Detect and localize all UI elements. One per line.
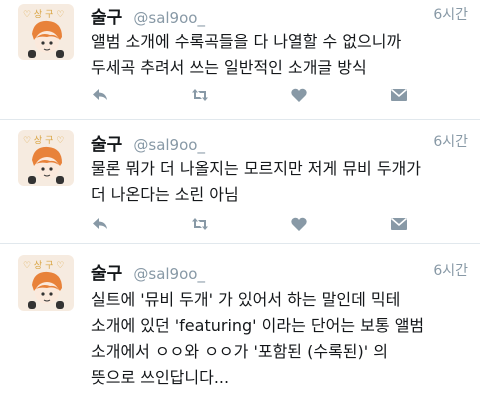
timeline-feed: ♡ 상 구 ♡ 술구 @sal9oo_ 6시간 앨범 소개에 수록곡들을 다 나… bbox=[0, 0, 480, 401]
avatar[interactable]: ♡ 상 구 ♡ bbox=[18, 255, 74, 311]
tweet-header: 술구 @sal9oo_ 6시간 bbox=[91, 3, 468, 28]
user-handle[interactable]: @sal9oo_ bbox=[133, 9, 205, 27]
direct-message-icon[interactable] bbox=[390, 86, 408, 104]
timestamp[interactable]: 6시간 bbox=[433, 4, 468, 24]
tweet-text-line: 소개에서 ㅇㅇ와 ㅇㅇ가 '포함된 (수록된)' 의 bbox=[91, 342, 388, 361]
tweet-text-line: 물론 뭐가 더 나올지는 모르지만 저게 뮤비 두개가 bbox=[91, 159, 422, 178]
like-icon[interactable] bbox=[290, 86, 308, 104]
tweet-text: 실트에 '뮤비 두개' 가 있어서 하는 말인데 믹테 소개에 있던 'feat… bbox=[91, 287, 464, 391]
tweet-text-line: 소개에 있던 'featuring' 이라는 단어는 보통 앨범 bbox=[91, 316, 425, 335]
svg-text:♡ 상 구 ♡: ♡ 상 구 ♡ bbox=[23, 260, 64, 271]
avatar[interactable]: ♡ 상 구 ♡ bbox=[18, 130, 74, 186]
tweet-text-line: 더 나온다는 소린 아님 bbox=[91, 185, 239, 204]
like-icon[interactable] bbox=[290, 215, 308, 233]
reply-icon[interactable] bbox=[91, 86, 109, 104]
svg-text:♡ 상 구 ♡: ♡ 상 구 ♡ bbox=[23, 9, 64, 20]
display-name[interactable]: 술구 bbox=[91, 135, 122, 155]
retweet-icon[interactable] bbox=[191, 215, 209, 233]
display-name[interactable]: 술구 bbox=[91, 8, 122, 28]
retweet-icon[interactable] bbox=[191, 86, 209, 104]
timestamp[interactable]: 6시간 bbox=[433, 260, 468, 280]
svg-text:♡ 상 구 ♡: ♡ 상 구 ♡ bbox=[23, 135, 64, 146]
avatar[interactable]: ♡ 상 구 ♡ bbox=[18, 4, 74, 60]
tweet-text-line: 두세곡 추려서 쓰는 일반적인 소개글 방식 bbox=[91, 58, 367, 77]
tweet-header: 술구 @sal9oo_ 6시간 bbox=[91, 130, 468, 155]
user-handle[interactable]: @sal9oo_ bbox=[133, 136, 205, 154]
tweet-actions bbox=[91, 215, 421, 233]
direct-message-icon[interactable] bbox=[390, 215, 408, 233]
timestamp[interactable]: 6시간 bbox=[433, 131, 468, 151]
user-handle[interactable]: @sal9oo_ bbox=[133, 265, 205, 283]
tweet-text-line: 앨범 소개에 수록곡들을 다 나열할 수 없으니까 bbox=[91, 32, 402, 51]
reply-icon[interactable] bbox=[91, 215, 109, 233]
tweet-text: 물론 뭐가 더 나올지는 모르지만 저게 뮤비 두개가 더 나온다는 소린 아님 bbox=[91, 156, 464, 208]
tweet-text: 앨범 소개에 수록곡들을 다 나열할 수 없으니까 두세곡 추려서 쓰는 일반적… bbox=[91, 29, 464, 81]
tweet-text-line: 뜻으로 쓰인답니다... bbox=[91, 368, 230, 387]
tweet-actions bbox=[91, 86, 421, 104]
display-name[interactable]: 술구 bbox=[91, 264, 122, 284]
tweet-text-line: 실트에 '뮤비 두개' 가 있어서 하는 말인데 믹테 bbox=[91, 290, 401, 309]
tweet-header: 술구 @sal9oo_ 6시간 bbox=[91, 259, 468, 284]
